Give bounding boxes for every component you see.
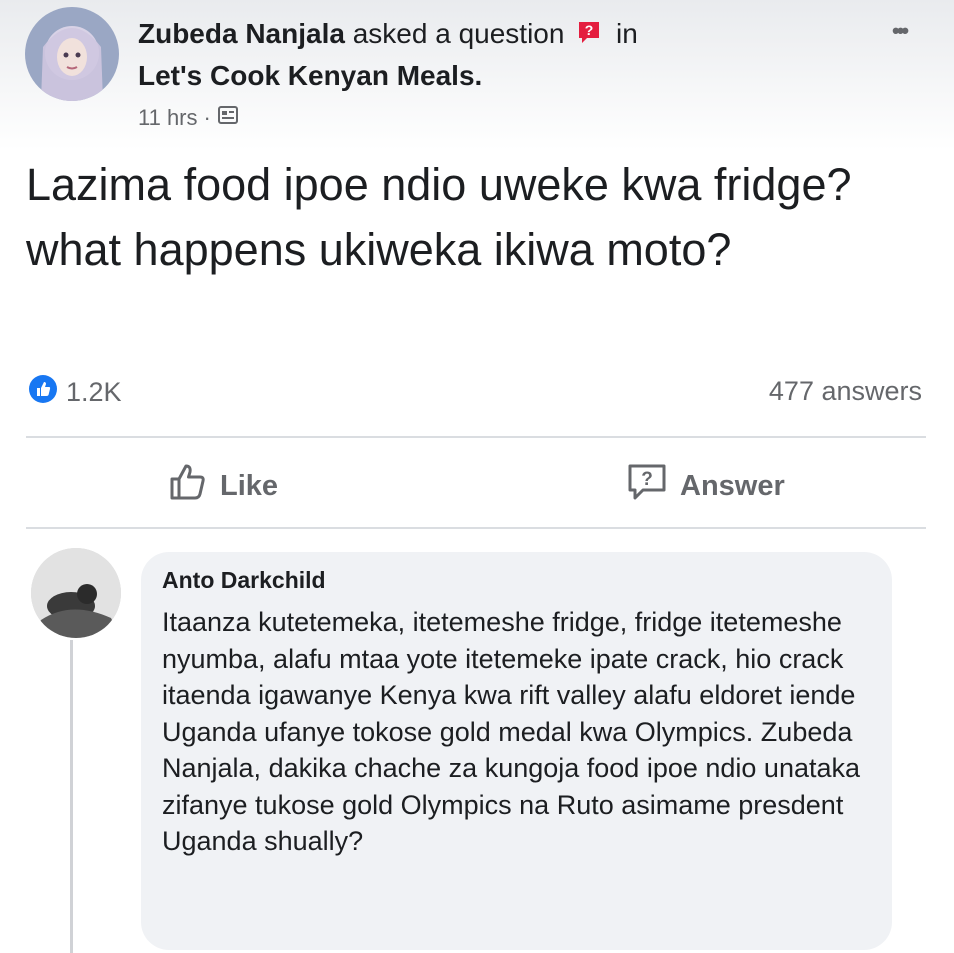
post-meta: 11 hrs · [138,104,239,132]
post-header: Zubeda Nanjala asked a question ? in Let… [138,14,698,96]
post-author-name[interactable]: Zubeda Nanjala [138,18,345,49]
thread-line [70,640,73,953]
post-time[interactable]: 11 hrs [138,105,198,131]
post-author-avatar[interactable] [25,7,119,101]
thumbs-up-icon [168,462,208,510]
reaction-count: 1.2K [66,377,122,407]
group-name-link[interactable]: Let's Cook Kenyan Meals. [138,60,482,91]
post-action-text: asked a question [352,18,565,49]
commenter-avatar[interactable] [31,548,121,638]
answer-button[interactable]: ? Answer [626,462,785,510]
more-dots-icon[interactable]: ••• [892,18,909,44]
answer-label: Answer [680,469,785,502]
like-button[interactable]: Like [168,462,278,510]
meta-separator: · [203,105,211,130]
commenter-name[interactable]: Anto Darkchild [162,567,326,594]
comment-text: Itaanza kutetemeka, itetemeshe fridge, f… [162,607,861,856]
actions-divider [26,527,926,529]
svg-text:?: ? [641,469,653,490]
like-label: Like [220,469,279,502]
stats-divider [26,436,926,438]
post-in-text: in [616,18,638,49]
answers-count[interactable]: 477 answers [769,376,922,407]
group-icon [217,104,239,132]
question-text: Lazima food ipoe ndio uweke kwa fridge?w… [26,159,852,275]
svg-text:?: ? [585,22,594,38]
question-badge-icon: ? [576,16,602,56]
like-reaction-icon [28,374,58,411]
question-bubble-icon: ? [626,462,668,510]
reaction-summary[interactable]: 1.2K [28,374,122,411]
